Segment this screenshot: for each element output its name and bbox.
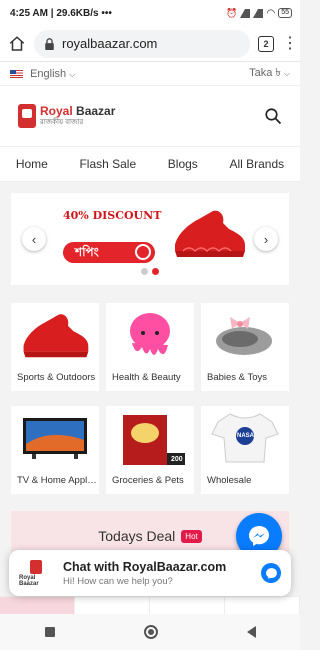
bottom-tab[interactable] bbox=[225, 597, 300, 614]
shopping-cart-logo-icon bbox=[18, 104, 36, 128]
tab-switcher-button[interactable]: 2 bbox=[258, 35, 274, 52]
wifi-icon: ◠ bbox=[266, 7, 276, 19]
carousel-dots bbox=[141, 268, 159, 275]
main-nav: Home Flash Sale Blogs All Brands bbox=[0, 146, 300, 182]
banner-discount-text: 40% DISCOUNT bbox=[63, 209, 162, 222]
category-label: Health & Beauty bbox=[112, 372, 181, 383]
home-button-icon[interactable] bbox=[143, 625, 158, 639]
pink-octopus-toy-icon bbox=[106, 303, 194, 367]
site-logo[interactable]: Royal Baazar রাজকীয় বাজার bbox=[18, 104, 115, 128]
home-icon[interactable] bbox=[8, 35, 26, 53]
language-selector[interactable]: English ⌵ bbox=[10, 68, 75, 80]
signal-icon-2 bbox=[253, 8, 264, 18]
nav-home[interactable]: Home bbox=[16, 157, 48, 171]
status-icons: ⏰ ◠ 55 bbox=[226, 8, 292, 19]
status-time-speed: 4:25 AM | 29.6KB/s ••• bbox=[10, 7, 112, 19]
bottom-tab-strip bbox=[0, 596, 300, 614]
logo-name: Royal Baazar bbox=[40, 104, 116, 118]
category-card-groceries[interactable]: 200 Groceries & Pets bbox=[106, 406, 194, 494]
bottom-tab[interactable] bbox=[75, 597, 150, 614]
notification-dots: ••• bbox=[101, 7, 112, 19]
baby-shoe-icon bbox=[201, 303, 289, 367]
category-card-sports[interactable]: Sports & Outdoors bbox=[11, 303, 99, 391]
tap-hand-icon bbox=[135, 244, 151, 260]
status-bar: 4:25 AM | 29.6KB/s ••• ⏰ ◠ 55 bbox=[0, 0, 300, 26]
nasa-tshirt-icon: NASA bbox=[201, 406, 289, 470]
back-icon[interactable] bbox=[246, 626, 256, 638]
hot-badge: Hot bbox=[181, 529, 202, 543]
category-label: Wholesale bbox=[207, 475, 252, 486]
language-label: English bbox=[30, 67, 67, 80]
red-sneaker-icon bbox=[175, 210, 245, 257]
chat-title: Chat with RoyalBaazar.com bbox=[63, 559, 227, 574]
deal-title: Todays Deal bbox=[98, 528, 176, 544]
chevron-down-icon: ⌵ bbox=[283, 69, 290, 78]
messenger-icon bbox=[261, 563, 281, 583]
chat-logo: Royal Baazar bbox=[19, 558, 53, 588]
grocery-weight-label: 200 bbox=[171, 456, 183, 463]
category-card-babies-toys[interactable]: Babies & Toys bbox=[201, 303, 289, 391]
us-flag-icon bbox=[10, 69, 23, 78]
red-sneaker-icon bbox=[11, 303, 99, 367]
category-card-tv-home[interactable]: TV & Home Appliances bbox=[11, 406, 99, 494]
logo-subtitle: রাজকীয় বাজার bbox=[40, 119, 84, 126]
search-icon[interactable] bbox=[264, 107, 282, 125]
category-label: Sports & Outdoors bbox=[17, 372, 96, 383]
tea-box-icon: 200 bbox=[106, 406, 194, 470]
television-icon bbox=[11, 406, 99, 470]
system-navigation-bar bbox=[0, 614, 300, 650]
currency-label: Taka ৳ bbox=[249, 67, 281, 79]
shopping-cart-logo-icon bbox=[30, 559, 42, 574]
nav-flash-sale[interactable]: Flash Sale bbox=[79, 157, 136, 171]
promo-banner[interactable]: 40% DISCOUNT শপিং ‹ › bbox=[11, 193, 289, 285]
browser-toolbar: royalbaazar.com 2 ⋮ bbox=[0, 26, 300, 62]
chat-logo-name: Royal Baazar bbox=[19, 574, 39, 587]
alarm-icon: ⏰ bbox=[226, 7, 238, 18]
messenger-icon bbox=[249, 526, 269, 546]
category-card-health-beauty[interactable]: Health & Beauty bbox=[106, 303, 194, 391]
address-bar[interactable]: royalbaazar.com bbox=[34, 29, 250, 58]
chat-widget[interactable]: Royal Baazar Chat with RoyalBaazar.com H… bbox=[9, 550, 291, 596]
nav-blogs[interactable]: Blogs bbox=[168, 157, 198, 171]
lock-icon bbox=[45, 37, 54, 50]
category-label: Babies & Toys bbox=[207, 372, 268, 383]
language-currency-bar: English ⌵ Taka ৳ ⌵ bbox=[0, 62, 300, 86]
url-text: royalbaazar.com bbox=[62, 36, 158, 51]
recent-apps-icon[interactable] bbox=[44, 627, 55, 637]
carousel-next-button[interactable]: › bbox=[254, 227, 278, 251]
nav-all-brands[interactable]: All Brands bbox=[229, 157, 284, 171]
carousel-dot[interactable] bbox=[141, 268, 148, 275]
chevron-down-icon: ⌵ bbox=[69, 69, 76, 79]
category-label: Groceries & Pets bbox=[112, 475, 184, 486]
chat-subtitle: Hi! How can we help you? bbox=[63, 575, 173, 587]
category-card-wholesale[interactable]: NASA Wholesale bbox=[201, 406, 289, 494]
carousel-prev-button[interactable]: ‹ bbox=[22, 227, 46, 251]
category-label: TV & Home Appliances bbox=[17, 475, 97, 486]
bottom-tab[interactable] bbox=[0, 597, 75, 614]
signal-icon bbox=[240, 8, 251, 18]
battery-icon: 55 bbox=[278, 8, 292, 18]
carousel-dot-active[interactable] bbox=[152, 268, 159, 275]
tshirt-print-text: NASA bbox=[237, 433, 255, 439]
bottom-tab[interactable] bbox=[150, 597, 225, 614]
site-header: Royal Baazar রাজকীয় বাজার bbox=[0, 86, 300, 146]
currency-selector[interactable]: Taka ৳ ⌵ bbox=[249, 64, 290, 83]
browser-menu-button[interactable]: ⋮ bbox=[282, 35, 298, 52]
